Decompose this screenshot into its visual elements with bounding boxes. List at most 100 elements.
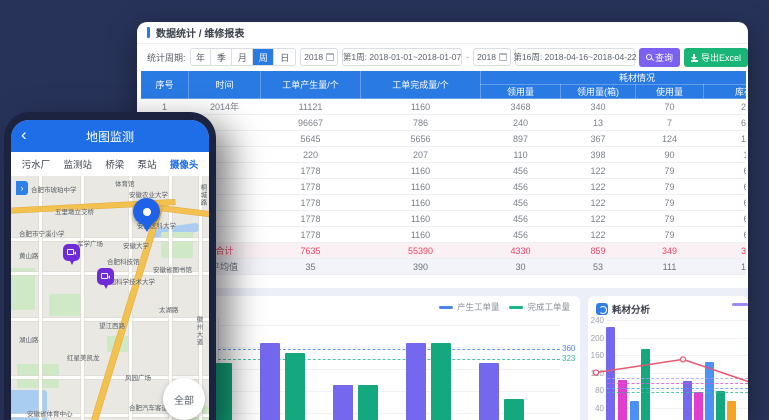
sub-column-header: 领用量 bbox=[481, 85, 561, 99]
table-cell: 67 bbox=[704, 211, 747, 227]
table-cell: 79 bbox=[636, 163, 704, 179]
period-option[interactable]: 季 bbox=[211, 49, 232, 65]
map-view[interactable]: › 合肥市琥珀中学体育馆安徽农业大学五里墩立交桥安徽医科大学合肥市宁溪小学军学广… bbox=[11, 176, 209, 420]
table-cell: 897 bbox=[481, 131, 561, 147]
legend-item[interactable]: 完成工单量 bbox=[509, 301, 570, 313]
legend-mark bbox=[509, 306, 523, 309]
map-label: 合肥市宁溪小学 bbox=[19, 228, 65, 238]
consumable-bar[interactable] bbox=[727, 401, 736, 420]
table-cell: 398 bbox=[561, 147, 636, 163]
table-cell: 122 bbox=[561, 211, 636, 227]
bar-产生工单量[interactable] bbox=[260, 343, 280, 420]
sub-column-header: 使用量 bbox=[636, 85, 704, 99]
table-cell: 122 bbox=[561, 179, 636, 195]
table-cell: 67 bbox=[704, 179, 747, 195]
phone-header: ‹ 地图监测 bbox=[11, 120, 209, 152]
phone-tab-污水厂[interactable]: 污水厂 bbox=[22, 157, 51, 171]
selected-pin[interactable] bbox=[133, 198, 160, 225]
table-cell: 5645 bbox=[261, 131, 361, 147]
period-option[interactable]: 日 bbox=[274, 49, 295, 65]
y-tick: 80 bbox=[588, 386, 604, 395]
phone-tab-桥梁[interactable]: 桥梁 bbox=[105, 157, 124, 171]
table-row[interactable]: 96667786240137690 bbox=[141, 115, 747, 131]
bar-产生工单量[interactable] bbox=[479, 363, 499, 420]
map-label: 合肥市琥珀中学 bbox=[31, 184, 77, 194]
reference-line bbox=[607, 388, 748, 389]
back-icon[interactable]: ‹ bbox=[21, 125, 27, 145]
end-week-field[interactable]: 第16周: 2018-04-16~2018-04-22 bbox=[515, 48, 635, 66]
pie-chart-icon bbox=[596, 303, 608, 315]
table-cell: 111 bbox=[636, 259, 704, 275]
camera-pin[interactable] bbox=[63, 244, 80, 261]
column-header: 序号 bbox=[141, 71, 189, 99]
report-table-wrap: 序号时间工单产生量/个工单完成量/个耗材情况领用量领用量(箱)使用量库存量120… bbox=[140, 70, 746, 288]
phone-tab-泵站[interactable]: 泵站 bbox=[138, 157, 157, 171]
bar-完成工单量[interactable] bbox=[358, 385, 378, 420]
export-excel-button[interactable]: 导出Excel bbox=[684, 48, 748, 67]
table-row[interactable]: 177811604561227967 bbox=[141, 227, 747, 243]
chart-title: 耗材分析 bbox=[612, 302, 650, 316]
bar-完成工单量[interactable] bbox=[285, 353, 305, 420]
start-week-field[interactable]: 第1周: 2018-01-01~2018-01-07 bbox=[342, 48, 462, 66]
phone-tab-监测站[interactable]: 监测站 bbox=[63, 157, 92, 171]
table-cell: 456 bbox=[481, 179, 561, 195]
table-row[interactable]: 12014年111211160346834070250 bbox=[141, 99, 747, 115]
bar-完成工单量[interactable] bbox=[431, 343, 451, 420]
average-row[interactable]: 平均值353903053111140 bbox=[141, 259, 747, 275]
table-cell: 207 bbox=[361, 147, 481, 163]
gridline bbox=[607, 320, 748, 321]
table-row[interactable]: 2202071103989019 bbox=[141, 147, 747, 163]
total-row[interactable]: 合计7635553904330859349332 bbox=[141, 243, 747, 259]
screen: 数据统计 / 维修报表 统计周期: 年季月周日 2018 第1周: 2018-0… bbox=[0, 0, 769, 420]
phone-tab-摄像头[interactable]: 摄像头 bbox=[170, 157, 199, 171]
park bbox=[161, 232, 193, 258]
end-year-select[interactable]: 2018 bbox=[473, 48, 511, 66]
search-button[interactable]: 查询 bbox=[639, 48, 680, 67]
table-cell: 19 bbox=[704, 147, 747, 163]
map-label: 望江西路 bbox=[99, 320, 125, 330]
table-row[interactable]: 177811604561227967 bbox=[141, 163, 747, 179]
consumable-bar[interactable] bbox=[641, 349, 650, 420]
bar-产生工单量[interactable] bbox=[333, 385, 353, 420]
map-label: 军学广场 bbox=[77, 238, 103, 248]
reference-line bbox=[607, 383, 748, 384]
table-cell: 11121 bbox=[261, 99, 361, 115]
consumable-bar[interactable] bbox=[694, 392, 703, 420]
bar-完成工单量[interactable] bbox=[504, 399, 524, 420]
reference-line bbox=[607, 378, 748, 379]
period-option[interactable]: 年 bbox=[191, 49, 212, 65]
table-cell: 3468 bbox=[481, 99, 561, 115]
consumable-bar[interactable] bbox=[606, 327, 615, 420]
start-year-select[interactable]: 2018 bbox=[300, 48, 338, 66]
table-cell: 30 bbox=[481, 259, 561, 275]
camera-pin[interactable] bbox=[97, 268, 114, 285]
start-year-value: 2018 bbox=[304, 52, 323, 62]
table-cell: 1160 bbox=[361, 211, 481, 227]
table-cell: 1778 bbox=[261, 211, 361, 227]
end-year-value: 2018 bbox=[477, 52, 496, 62]
table-row[interactable]: 177811604561227967 bbox=[141, 195, 747, 211]
sub-column-header: 库存量 bbox=[704, 85, 747, 99]
legend-item[interactable]: 产生工单量 bbox=[439, 301, 500, 313]
consumable-bar[interactable] bbox=[630, 401, 639, 420]
bar-产生工单量[interactable] bbox=[406, 343, 426, 420]
period-option[interactable]: 月 bbox=[232, 49, 253, 65]
table-cell: 67 bbox=[704, 227, 747, 243]
table-row[interactable]: 56455656897367124129 bbox=[141, 131, 747, 147]
consumable-bar[interactable] bbox=[716, 391, 725, 420]
breadcrumb: 数据统计 / 维修报表 bbox=[156, 25, 244, 40]
table-cell: 250 bbox=[704, 99, 747, 115]
consumables-chart-card: 耗材分析 2402001601208040 bbox=[588, 296, 748, 420]
map-expand-button[interactable]: › bbox=[16, 181, 28, 195]
table-cell: 1778 bbox=[261, 195, 361, 211]
all-button[interactable]: 全部 bbox=[163, 378, 205, 420]
calendar-icon bbox=[499, 53, 507, 61]
table-row[interactable]: 177811604561227967 bbox=[141, 211, 747, 227]
table-row[interactable]: 177811604561227967 bbox=[141, 179, 747, 195]
map-label: 徽州大道 bbox=[193, 316, 203, 346]
map-label: 五里墩立交桥 bbox=[55, 206, 94, 216]
consumable-bar[interactable] bbox=[618, 380, 627, 420]
map-label: 安徽省图书馆 bbox=[153, 264, 192, 274]
period-option[interactable]: 周 bbox=[253, 49, 274, 65]
table-cell: 70 bbox=[636, 99, 704, 115]
